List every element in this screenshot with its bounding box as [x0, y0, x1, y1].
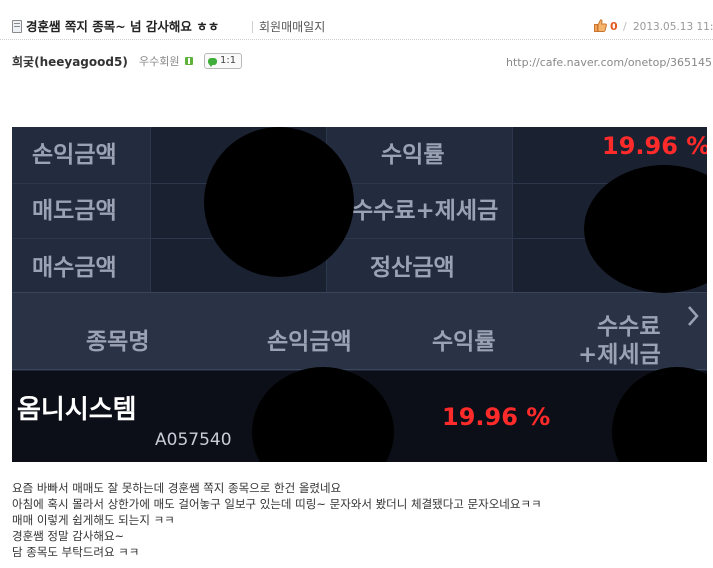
body-line-2: 아침에 혹시 몰라서 상한가에 매도 걸어놓구 일보구 있는데 띠링~ 문자와서…: [12, 497, 542, 511]
label-return-rate: 수익률: [381, 142, 445, 168]
label-sell-amount: 매도금액: [32, 198, 117, 224]
trading-screenshot: 손익금액 수익률 19.96 % 매도금액 수수료+제세금 매수금액 정산금액 …: [12, 127, 707, 462]
body-line-3: 매매 이렇게 쉽게해도 되는지 ㅋㅋ: [12, 513, 175, 527]
chevron-right-icon[interactable]: [686, 305, 700, 327]
title-divider: [252, 21, 253, 33]
like-count: 0: [610, 20, 618, 33]
body-line-5: 담 종목도 부탁드려요 ㅋㅋ: [12, 545, 140, 559]
post-date: 2013.05.13 11:20: [633, 21, 713, 33]
header-profit-amount: 손익금액: [267, 329, 352, 355]
stock-code: A057540: [155, 430, 232, 450]
body-line-4: 경훈쌤 정말 감사해요~: [12, 529, 125, 543]
category-link[interactable]: 회원매매일지: [259, 20, 325, 34]
meta-separator: /: [623, 20, 627, 33]
value-return-rate: 19.96 %: [602, 132, 707, 160]
chat-button[interactable]: 1:1: [204, 53, 243, 69]
header-fees-line2: +제세금: [578, 342, 661, 368]
body-line-1: 요즘 바빠서 매매도 잘 못하는데 경훈쌤 쪽지 종목으로 한건 올렸네요: [12, 481, 342, 495]
thumbs-up-icon[interactable]: [594, 19, 607, 32]
stock-name: 옴니시스템: [17, 395, 137, 425]
author-name[interactable]: 희궂(heeyagood5): [12, 55, 128, 69]
post-body: 요즘 바빠서 매매도 잘 못하는데 경훈쌤 쪽지 종목으로 한건 올렸네요 아침…: [12, 480, 542, 560]
chat-label: 1:1: [220, 55, 237, 66]
label-buy-amount: 매수금액: [32, 255, 117, 281]
header-stock-name: 종목명: [86, 329, 150, 355]
chat-bubble-icon: [208, 57, 217, 67]
grade-icon: [185, 57, 193, 65]
grid-line-1: [12, 183, 707, 184]
header-return-rate: 수익률: [432, 329, 496, 355]
label-fees-tax: 수수료+제세금: [352, 198, 499, 224]
label-profit-amount: 손익금액: [32, 142, 117, 168]
post-header: 경훈쌤 쪽지 종목~ 넘 감사해요 ㅎㅎ 회원매매일지 0 / 2013.05.…: [0, 0, 713, 40]
post-permalink[interactable]: http://cafe.naver.com/onetop/365145: [506, 57, 712, 69]
member-grade: 우수회원: [139, 55, 180, 68]
label-settlement-amount: 정산금액: [370, 255, 455, 281]
post-title: 경훈쌤 쪽지 종목~ 넘 감사해요 ㅎㅎ: [26, 19, 220, 34]
stock-return-rate: 19.96 %: [442, 403, 551, 431]
document-icon: [12, 20, 22, 33]
redaction-blob-1: [204, 127, 354, 277]
